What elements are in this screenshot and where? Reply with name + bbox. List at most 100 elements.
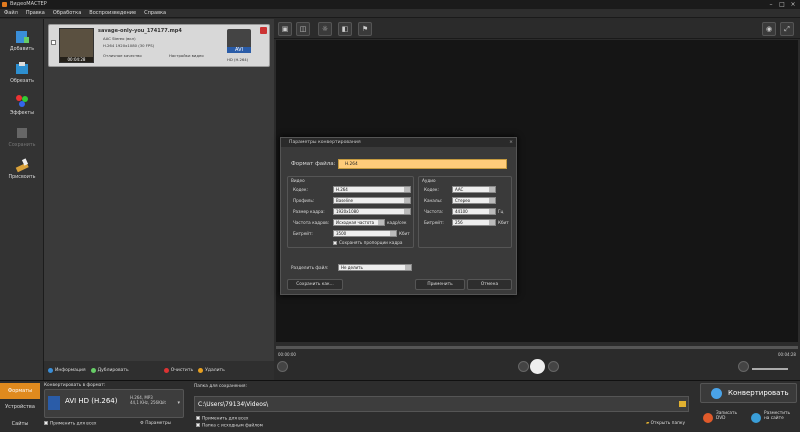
rotate-icon[interactable]: ◫ — [296, 22, 310, 36]
video-bitrate-label: Битрейт: — [293, 231, 313, 236]
keep-ratio-checkbox[interactable]: Сохранять пропорции кадра — [333, 240, 402, 245]
format-label: Формат файла: — [291, 161, 336, 167]
apply-all-check[interactable] — [44, 421, 48, 425]
format-selector[interactable]: AVI HD (H.264) H.264, MP3 44,1 KHz, 256K… — [44, 389, 184, 418]
sidebar-item-save[interactable]: Сохранить — [0, 121, 44, 153]
split-label: Разделить файл: — [291, 265, 329, 270]
snapshot-button[interactable] — [277, 361, 288, 372]
tab-formats[interactable]: Форматы — [0, 383, 40, 399]
burn-dvd-button[interactable]: Записать DVD — [700, 407, 746, 430]
file-checkbox[interactable] — [51, 40, 56, 45]
folder-icon[interactable] — [679, 401, 686, 407]
delete-button[interactable]: Удалить — [198, 368, 225, 373]
conversion-params-dialog: Параметры конвертирования × Формат файла… — [280, 137, 517, 295]
title-bar: ВидеоМАСТЕР – □ × — [0, 0, 800, 9]
speed-icon[interactable]: ⚑ — [358, 22, 372, 36]
frame-rate-select[interactable]: Исходная частота — [333, 219, 385, 226]
frame-rate-label: Частота кадров: — [293, 220, 330, 225]
sidebar-item-assign[interactable]: Присвоить — [0, 153, 44, 185]
crop-icon[interactable]: ▣ — [278, 22, 292, 36]
audio-group-label: Аудио — [422, 178, 436, 183]
timeline-slider[interactable] — [276, 346, 798, 349]
web-icon — [751, 413, 761, 423]
duplicate-button[interactable]: Дублировать — [90, 368, 129, 373]
video-group-label: Видео — [291, 178, 305, 183]
video-profile-select[interactable]: Baseline — [333, 197, 411, 204]
video-codec-label: Кодек: — [293, 187, 308, 192]
sidebar-label: Эффекты — [10, 111, 34, 116]
file-settings[interactable]: Настройки видео — [169, 53, 204, 58]
save-as-button[interactable]: Сохранить как... — [287, 279, 343, 290]
open-folder-label: Открыть папку — [650, 421, 686, 426]
volume-icon[interactable] — [738, 361, 749, 372]
forward-button[interactable] — [548, 361, 559, 372]
file-video-info: H.264 1920x1080 (30 FPS) — [103, 43, 155, 48]
info-icon — [48, 368, 53, 373]
volume-slider[interactable] — [752, 368, 788, 370]
video-bitrate-input[interactable]: 3500 — [333, 230, 397, 237]
split-select[interactable]: Не делить — [338, 264, 412, 271]
file-format-label: HD (H.264) — [227, 57, 249, 62]
audio-channels-select[interactable]: Стерео — [452, 197, 496, 204]
snapshot-icon[interactable]: ◉ — [762, 22, 776, 36]
apply-all-folder-label: Применить для всех — [202, 416, 249, 422]
brightness-icon[interactable]: ☼ — [318, 22, 332, 36]
fullscreen-icon[interactable]: ⤢ — [780, 22, 794, 36]
format-specs: H.264, MP3 44,1 KHz, 256Kbit — [130, 395, 166, 405]
menu-edit[interactable]: Правка — [26, 9, 45, 17]
convert-button[interactable]: Конвертировать — [700, 383, 797, 403]
params-button[interactable]: ⚙ Параметры — [140, 421, 171, 426]
menu-playback[interactable]: Воспроизведение — [89, 9, 136, 17]
effects-icon — [16, 95, 28, 107]
format-select[interactable]: H.264 — [338, 159, 507, 169]
time-end: 00:04:28 — [778, 352, 796, 357]
preview-toolbar: ▣ ◫ ☼ ◧ ⚑ ◉ ⤢ — [274, 19, 800, 39]
menu-process[interactable]: Обработка — [53, 9, 81, 17]
play-button[interactable] — [530, 359, 545, 374]
source-folder-checkbox[interactable]: Папка с исходным файлом — [196, 423, 263, 429]
clear-button[interactable]: Очистить — [163, 368, 193, 373]
audio-bitrate-select[interactable]: 256 — [452, 219, 496, 226]
rewind-button[interactable] — [518, 361, 529, 372]
info-button[interactable]: Информация — [48, 368, 86, 373]
sidebar-item-cut[interactable]: Обрезать — [0, 57, 44, 89]
open-folder-button[interactable]: ▰ Открыть папку — [646, 421, 685, 426]
audio-codec-select[interactable]: AAC — [452, 186, 496, 193]
file-name: savage-only-you_174177.mp4 — [98, 28, 182, 34]
tab-sites[interactable]: Сайты — [0, 416, 40, 432]
keep-ratio-check[interactable] — [333, 241, 337, 245]
video-thumbnail: 00:04:28 — [59, 28, 94, 63]
audio-freq-unit: Гц — [498, 209, 504, 214]
frame-size-select[interactable]: 1920x1080 — [333, 208, 411, 215]
save-path-field[interactable]: C:\Users\79134\Videos\ — [194, 396, 689, 412]
menu-file[interactable]: Файл — [4, 9, 18, 17]
dialog-close-icon[interactable]: × — [509, 138, 513, 147]
cancel-button[interactable]: Отмена — [467, 279, 512, 290]
video-codec-select[interactable]: H.264 — [333, 186, 411, 193]
tab-devices[interactable]: Устройства — [0, 399, 40, 415]
info-label: Информация — [55, 368, 86, 373]
menu-help[interactable]: Справка — [144, 9, 166, 17]
video-settings-icon[interactable]: ◧ — [338, 22, 352, 36]
minimize-icon[interactable]: – — [767, 1, 775, 8]
publish-button[interactable]: Разместить на сайте — [748, 407, 798, 430]
file-quality[interactable]: Отличное качество — [103, 53, 142, 58]
apply-button[interactable]: Применить — [415, 279, 465, 290]
apply-all-folder-check[interactable] — [196, 416, 200, 420]
file-item[interactable]: 00:04:28 savage-only-you_174177.mp4 AAC … — [48, 24, 270, 67]
close-icon[interactable]: × — [789, 1, 797, 8]
save-path: C:\Users\79134\Videos\ — [198, 401, 269, 408]
sidebar-item-add[interactable]: Добавить — [0, 25, 44, 57]
remove-file-icon[interactable] — [260, 27, 267, 34]
apply-all-checkbox[interactable]: Применить для всех — [44, 421, 96, 427]
source-folder-check[interactable] — [196, 423, 200, 427]
chevron-down-icon: ▾ — [177, 400, 180, 406]
apply-all-folder-checkbox[interactable]: Применить для всех — [196, 416, 248, 422]
menu-bar: Файл Правка Обработка Воспроизведение Сп… — [0, 9, 800, 18]
keep-ratio-label: Сохранять пропорции кадра — [339, 240, 403, 245]
format-badge-label: AVI — [227, 47, 251, 53]
audio-freq-select[interactable]: 44100 — [452, 208, 496, 215]
app-logo-icon — [2, 2, 7, 7]
sidebar-item-effects[interactable]: Эффекты — [0, 89, 44, 121]
maximize-icon[interactable]: □ — [778, 1, 786, 8]
